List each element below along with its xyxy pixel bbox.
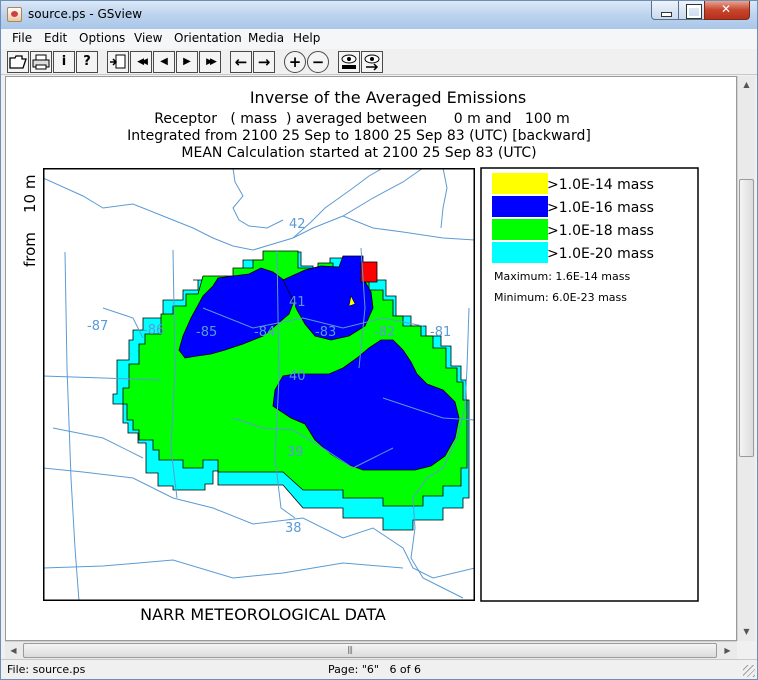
plot-subtitle-receptor: Receptor ( mass ) averaged between 0 m a…	[154, 111, 569, 127]
menu-file[interactable]: File	[12, 31, 32, 45]
legend-swatch-cyan	[492, 242, 548, 263]
zoom-out-button[interactable]: −	[307, 51, 329, 73]
legend-maximum: Maximum: 1.6E-14 mass	[494, 270, 630, 283]
gsview-window: source.ps - GSview File Edit Options Vie…	[0, 0, 758, 680]
find-next-button[interactable]	[361, 51, 383, 73]
status-page: Page: "6" 6 of 6	[328, 663, 422, 676]
print-button[interactable]	[30, 51, 52, 73]
help-button[interactable]: ?	[76, 51, 98, 73]
height-side-label: from 10 m	[21, 175, 39, 267]
plot-subtitle-integration: Integrated from 2100 25 Sep to 1800 25 S…	[127, 128, 591, 144]
info-button[interactable]: i	[53, 51, 75, 73]
scroll-left-arrow-icon[interactable]: ◀	[5, 642, 22, 659]
meteorological-data-label: NARR METEOROLOGICAL DATA	[140, 605, 386, 624]
resize-grip-icon[interactable]	[743, 665, 755, 677]
legend-swatch-yellow	[492, 173, 548, 194]
legend-swatch-green	[492, 219, 548, 240]
vertical-scroll-thumb[interactable]	[739, 179, 754, 457]
legend-label-1e-20: >1.0E-20 mass	[547, 246, 654, 262]
folder-open-icon	[9, 55, 27, 69]
next-page-button[interactable]: ▶	[176, 51, 198, 73]
document-view[interactable]: Inverse of the Averaged Emissions Recept…	[5, 76, 737, 641]
legend-label-1e-18: >1.0E-18 mass	[547, 223, 654, 239]
menu-help[interactable]: Help	[293, 31, 320, 45]
legend-minimum: Minimum: 6.0E-23 mass	[494, 291, 627, 304]
history-forward-button[interactable]: →	[253, 51, 275, 73]
history-back-button[interactable]: ←	[230, 51, 252, 73]
status-bar: File: source.ps Page: "6" 6 of 6	[1, 659, 757, 679]
printer-icon	[32, 54, 50, 70]
horizontal-scrollbar[interactable]: ◀ ||| ▶	[5, 641, 737, 659]
longitude-label-81: -81	[430, 325, 451, 340]
menu-edit[interactable]: Edit	[44, 31, 67, 45]
horizontal-scroll-thumb[interactable]	[23, 643, 717, 658]
goto-page-button[interactable]	[107, 51, 129, 73]
plot-title: Inverse of the Averaged Emissions	[250, 88, 526, 107]
title-bar[interactable]: source.ps - GSview	[1, 1, 757, 29]
latitude-label-39: 39	[287, 445, 304, 460]
legend-label-1e-16: >1.0E-16 mass	[547, 200, 654, 216]
latitude-label-38: 38	[285, 521, 302, 536]
last-page-button[interactable]: ▶▶	[199, 51, 221, 73]
plot-subtitle-calculation: MEAN Calculation started at 2100 25 Sep …	[181, 145, 536, 161]
first-page-button[interactable]: ◀◀	[130, 51, 152, 73]
latitude-label-40: 40	[289, 369, 306, 384]
maximize-button[interactable]	[678, 1, 705, 20]
scroll-up-arrow-icon[interactable]: ▲	[738, 76, 755, 93]
scroll-down-arrow-icon[interactable]: ▼	[738, 623, 755, 640]
open-button[interactable]	[7, 51, 29, 73]
legend-swatch-blue	[492, 196, 548, 217]
menu-view[interactable]: View	[134, 31, 162, 45]
menu-options[interactable]: Options	[79, 31, 125, 45]
gsview-app-icon[interactable]	[7, 7, 22, 22]
status-file: File: source.ps	[7, 663, 86, 676]
find-button[interactable]	[338, 51, 360, 73]
vertical-scrollbar[interactable]: ▲ ▼	[737, 76, 755, 641]
longitude-label-86: -86	[143, 323, 164, 338]
eye-arrow-icon	[364, 54, 380, 71]
longitude-label-84: -84	[254, 325, 275, 340]
longitude-label-87: -87	[87, 319, 108, 334]
eye-abc-icon	[341, 54, 357, 69]
menu-media[interactable]: Media	[248, 31, 284, 45]
menu-orientation[interactable]: Orientation	[174, 31, 242, 45]
zoom-in-button[interactable]: +	[284, 51, 306, 73]
prev-page-button[interactable]: ◀	[153, 51, 175, 73]
map-panel: -87 -86 -85 -84 -83 -82 -81 42 41 40 39 …	[43, 168, 475, 601]
legend-label-1e-14: >1.0E-14 mass	[547, 177, 654, 193]
scroll-grip-icon: |||	[347, 645, 353, 654]
close-button[interactable]	[704, 1, 750, 20]
longitude-label-83: -83	[315, 325, 336, 340]
window-title: source.ps - GSview	[28, 7, 143, 21]
longitude-label-82: -82	[374, 325, 395, 340]
toolbar: i ? ◀◀ ◀ ▶ ▶▶ ← → + −	[1, 49, 757, 75]
hand-page-icon	[110, 54, 126, 69]
minimize-button[interactable]	[651, 1, 679, 20]
latitude-label-42: 42	[289, 217, 306, 232]
menu-bar: File Edit Options View Orientation Media…	[1, 29, 757, 49]
scroll-right-arrow-icon[interactable]: ▶	[719, 642, 736, 659]
longitude-label-85: -85	[196, 325, 217, 340]
postscript-page: Inverse of the Averaged Emissions Recept…	[21, 88, 699, 624]
latitude-label-41: 41	[289, 295, 306, 310]
